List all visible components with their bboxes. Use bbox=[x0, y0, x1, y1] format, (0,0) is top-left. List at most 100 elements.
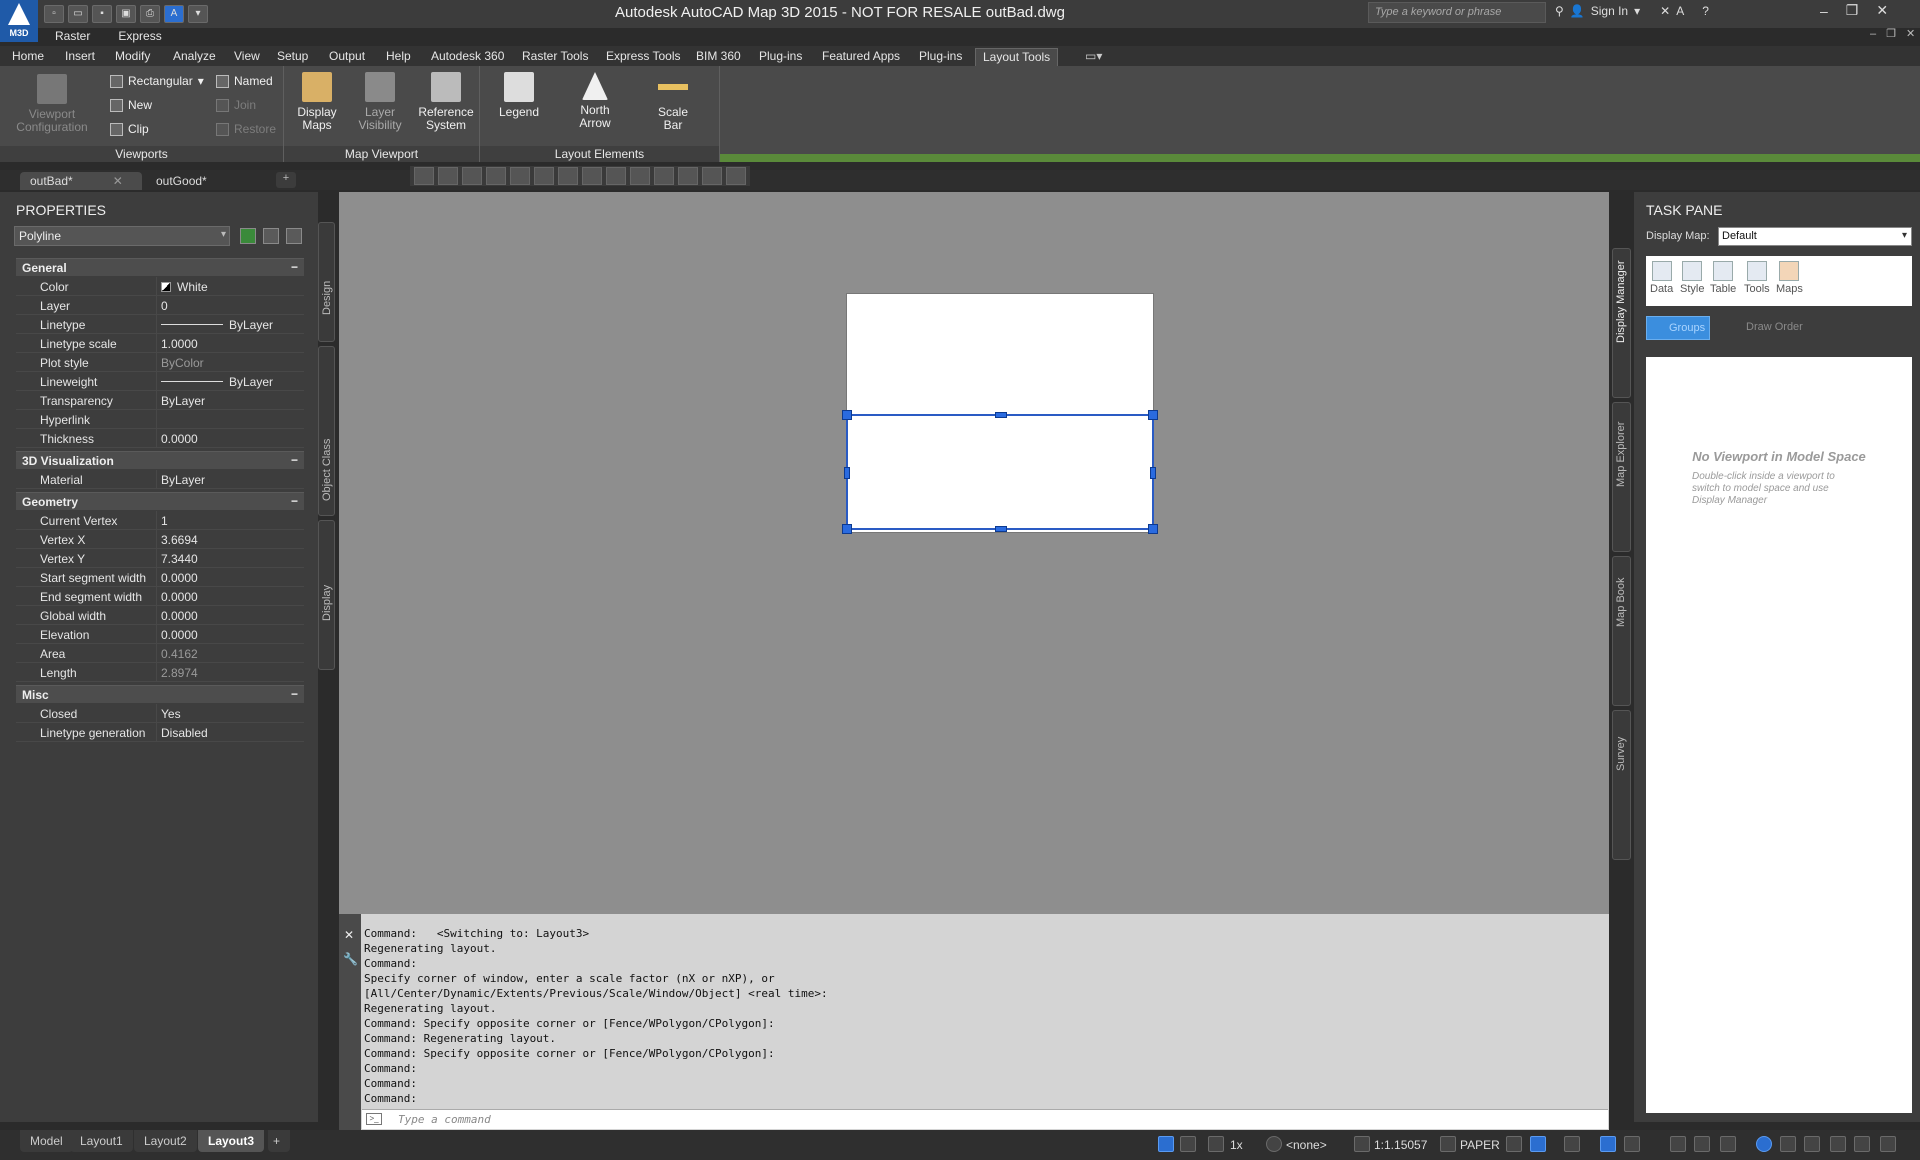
quick-properties-icon[interactable] bbox=[1670, 1136, 1686, 1152]
display-maps-button[interactable]: Display Maps bbox=[292, 72, 342, 132]
drawing-canvas[interactable]: ✋ ⤡ ✕ bbox=[339, 192, 1920, 914]
clip-button[interactable]: Clip bbox=[110, 120, 149, 138]
property-row[interactable]: Layer 0 bbox=[16, 296, 304, 315]
side-tab-design[interactable]: Design bbox=[318, 222, 335, 342]
toggle-pickadd-icon[interactable] bbox=[240, 228, 256, 244]
corner-grip[interactable] bbox=[1148, 524, 1158, 534]
open-folder-icon[interactable]: ▭ bbox=[68, 5, 88, 23]
ucs-origin-icon[interactable] bbox=[486, 167, 506, 185]
sign-in-area[interactable]: ⚲ 👤 Sign In ▾ ✕ A ? bbox=[1555, 4, 1709, 18]
ucs-icon[interactable] bbox=[1180, 1136, 1196, 1152]
ucs-icon[interactable] bbox=[414, 167, 434, 185]
chevron-down-icon[interactable]: ▾ bbox=[1634, 4, 1640, 18]
tab-draw-order[interactable]: Draw Order bbox=[1726, 321, 1803, 333]
ucs-z-icon[interactable] bbox=[654, 167, 674, 185]
display-map-select[interactable]: Default ▾ bbox=[1718, 227, 1912, 246]
property-row[interactable]: Current Vertex 1 bbox=[16, 511, 304, 530]
midpoint-grip[interactable] bbox=[995, 526, 1007, 532]
side-tab-object-class[interactable]: Object Class bbox=[318, 346, 335, 516]
ucs-face-icon[interactable] bbox=[558, 167, 578, 185]
sign-in-label[interactable]: Sign In bbox=[1591, 4, 1628, 18]
side-tab-map-explorer[interactable]: Map Explorer bbox=[1612, 402, 1631, 552]
tab-help[interactable]: Help bbox=[379, 48, 418, 66]
restore-button[interactable]: Restore bbox=[216, 120, 276, 138]
ucs-zaxis-icon[interactable] bbox=[678, 167, 698, 185]
help-search-input[interactable]: Type a keyword or phrase bbox=[1368, 2, 1546, 23]
tab-modify[interactable]: Modify bbox=[108, 48, 157, 66]
restore-icon[interactable]: ❐ bbox=[1846, 2, 1859, 19]
ucs-x-icon[interactable] bbox=[606, 167, 626, 185]
named-button[interactable]: Named bbox=[216, 72, 273, 90]
annotation-scale-icon[interactable] bbox=[1208, 1136, 1224, 1152]
tab-setup[interactable]: Setup bbox=[270, 48, 315, 66]
property-row[interactable]: Global width 0.0000 bbox=[16, 606, 304, 625]
customize-wrench-icon[interactable]: 🔧 bbox=[343, 952, 358, 966]
help-icon[interactable]: ? bbox=[1702, 4, 1709, 18]
property-row[interactable]: Color White bbox=[16, 277, 304, 296]
add-layout-button[interactable]: + bbox=[268, 1130, 290, 1152]
zoom-icon[interactable] bbox=[438, 167, 458, 185]
layout-tab-model[interactable]: Model bbox=[20, 1130, 73, 1152]
binoculars-icon[interactable]: ⚲ bbox=[1555, 4, 1564, 18]
menu-item-raster[interactable]: Raster bbox=[55, 29, 90, 43]
tab-output[interactable]: Output bbox=[322, 48, 372, 66]
polar-tracking-icon[interactable] bbox=[1530, 1136, 1546, 1152]
warning-icon[interactable] bbox=[1830, 1136, 1846, 1152]
property-row[interactable]: Linetype ByLayer bbox=[16, 315, 304, 334]
command-input[interactable]: Type a command bbox=[362, 1109, 1608, 1129]
ribbon-options-icon[interactable]: ▭▾ bbox=[1078, 48, 1109, 66]
object-type-select[interactable]: Polyline ▾ bbox=[14, 226, 230, 246]
new-viewport-button[interactable]: New bbox=[110, 96, 152, 114]
new-tab-button[interactable]: + bbox=[276, 172, 296, 188]
category-3d-visualization[interactable]: 3D Visualization − bbox=[16, 451, 304, 469]
close-icon[interactable]: ✕ bbox=[1876, 2, 1888, 19]
midpoint-grip[interactable] bbox=[995, 412, 1007, 418]
layout-tab-layout2[interactable]: Layout2 bbox=[134, 1130, 197, 1152]
lineweight-icon[interactable] bbox=[1600, 1136, 1616, 1152]
lock-icon[interactable] bbox=[1440, 1136, 1456, 1152]
fullscreen-icon[interactable] bbox=[1854, 1136, 1870, 1152]
paper-space-icon[interactable] bbox=[1158, 1136, 1174, 1152]
tab-view[interactable]: View bbox=[227, 48, 267, 66]
property-row[interactable]: Elevation 0.0000 bbox=[16, 625, 304, 644]
property-row[interactable]: Linetype scale 1.0000 bbox=[16, 334, 304, 353]
property-row[interactable]: Vertex Y 7.3440 bbox=[16, 549, 304, 568]
tools-button[interactable]: Tools bbox=[1744, 261, 1770, 295]
property-row[interactable]: Lineweight ByLayer bbox=[16, 372, 304, 391]
doc-minimize-icon[interactable]: – bbox=[1870, 28, 1876, 40]
minimize-icon[interactable]: – bbox=[1820, 3, 1828, 19]
zoom-level[interactable]: 1x bbox=[1230, 1138, 1243, 1152]
select-objects-icon[interactable] bbox=[263, 228, 279, 244]
print-icon[interactable]: ⎙ bbox=[140, 5, 160, 23]
property-row[interactable]: Transparency ByLayer bbox=[16, 391, 304, 410]
tab-autodesk-360[interactable]: Autodesk 360 bbox=[424, 48, 511, 66]
menu-item-express[interactable]: Express bbox=[118, 29, 161, 43]
tab-plug-ins[interactable]: Plug-ins bbox=[752, 48, 809, 66]
join-button[interactable]: Join bbox=[216, 96, 256, 114]
ucs-named-icon[interactable] bbox=[726, 167, 746, 185]
doc-close-icon[interactable]: ✕ bbox=[1906, 27, 1915, 40]
property-row[interactable]: Material ByLayer bbox=[16, 470, 304, 489]
selection-cycling-icon[interactable] bbox=[1624, 1136, 1640, 1152]
doc-restore-icon[interactable]: ❐ bbox=[1886, 27, 1896, 40]
property-row[interactable]: Start segment width 0.0000 bbox=[16, 568, 304, 587]
legend-button[interactable]: Legend bbox=[494, 72, 544, 119]
property-row[interactable]: Vertex X 3.6694 bbox=[16, 530, 304, 549]
category-geometry[interactable]: Geometry − bbox=[16, 492, 304, 510]
tab-plug-ins-2[interactable]: Plug-ins bbox=[912, 48, 969, 66]
close-icon[interactable]: ✕ bbox=[344, 928, 354, 942]
save-icon[interactable]: ▪ bbox=[92, 5, 112, 23]
ucs-apply-icon[interactable] bbox=[702, 167, 722, 185]
osnap-icon[interactable] bbox=[1564, 1136, 1580, 1152]
ucs-view-icon[interactable] bbox=[510, 167, 530, 185]
side-tab-survey[interactable]: Survey bbox=[1612, 710, 1631, 860]
new-file-icon[interactable]: ▫ bbox=[44, 5, 64, 23]
quick-select-icon[interactable] bbox=[286, 228, 302, 244]
clean-screen-icon[interactable] bbox=[1804, 1136, 1820, 1152]
ucs-3point-icon[interactable] bbox=[582, 167, 602, 185]
close-tab-icon[interactable]: ✕ bbox=[113, 174, 123, 188]
side-tab-display-manager[interactable]: Display Manager bbox=[1612, 248, 1631, 398]
qat-dropdown-icon[interactable]: ▾ bbox=[188, 5, 208, 23]
workspace-gear-icon[interactable] bbox=[1720, 1136, 1736, 1152]
side-tab-map-book[interactable]: Map Book bbox=[1612, 556, 1631, 706]
